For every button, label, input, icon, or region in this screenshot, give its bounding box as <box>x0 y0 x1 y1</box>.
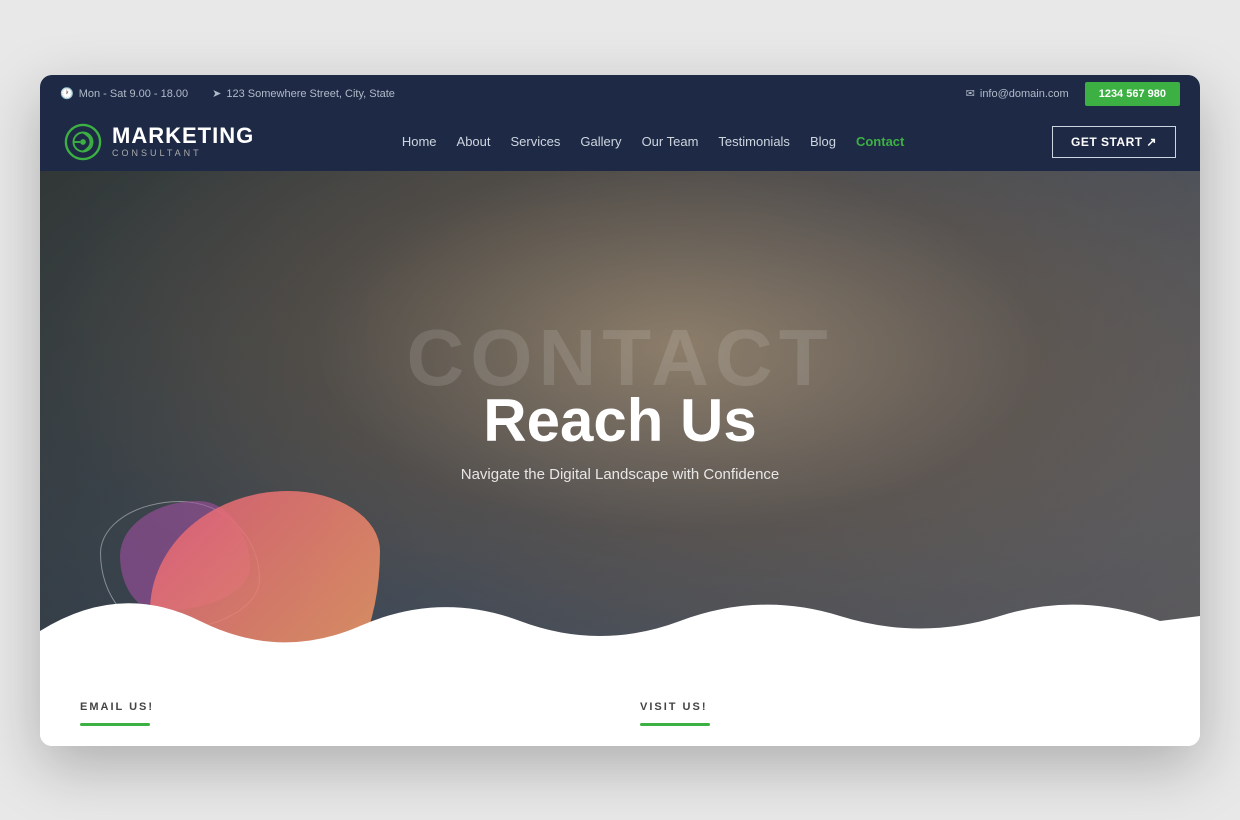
logo-sub: CONSULTANT <box>112 149 254 159</box>
nav-blog[interactable]: Blog <box>810 134 836 149</box>
navbar: MARKETING CONSULTANT Home About Services… <box>40 113 1200 171</box>
hours-text: Mon - Sat 9.00 - 18.00 <box>79 88 188 100</box>
nav-team[interactable]: Our Team <box>642 134 699 149</box>
email-text: info@domain.com <box>980 88 1069 100</box>
email-card: EMAIL US! <box>80 701 600 726</box>
logo-icon <box>64 123 102 161</box>
nav-links: Home About Services Gallery Our Team Tes… <box>402 134 905 149</box>
nav-gallery[interactable]: Gallery <box>580 134 621 149</box>
email-item: ✉ info@domain.com <box>966 87 1069 100</box>
phone-number: 1234 567 980 <box>1099 88 1166 100</box>
visit-card: VISIT US! <box>640 701 1160 726</box>
below-hero-section: EMAIL US! VISIT US! <box>40 671 1200 746</box>
visit-card-line <box>640 723 710 726</box>
email-card-line <box>80 723 150 726</box>
nav-services[interactable]: Services <box>511 134 561 149</box>
get-start-button[interactable]: GET START ↗ <box>1052 126 1176 158</box>
browser-window: 🕐 Mon - Sat 9.00 - 18.00 ➤ 123 Somewhere… <box>40 75 1200 746</box>
hours-item: 🕐 Mon - Sat 9.00 - 18.00 <box>60 87 188 100</box>
hero-wave <box>40 571 1200 671</box>
location-icon: ➤ <box>212 87 221 100</box>
hero-title: Reach Us <box>483 388 756 454</box>
top-bar-left: 🕐 Mon - Sat 9.00 - 18.00 ➤ 123 Somewhere… <box>60 87 395 100</box>
logo-area: MARKETING CONSULTANT <box>64 123 254 161</box>
top-bar: 🕐 Mon - Sat 9.00 - 18.00 ➤ 123 Somewhere… <box>40 75 1200 113</box>
hero-section: CONTACT Reach Us Navigate the Digital La… <box>40 171 1200 671</box>
logo-main: MARKETING <box>112 124 254 148</box>
hero-subtitle: Navigate the Digital Landscape with Conf… <box>461 466 780 483</box>
email-icon: ✉ <box>966 87 975 100</box>
phone-button[interactable]: 1234 567 980 <box>1085 82 1180 106</box>
address-item: ➤ 123 Somewhere Street, City, State <box>212 87 395 100</box>
hero-watermark: CONTACT <box>406 318 833 398</box>
email-card-label: EMAIL US! <box>80 701 600 713</box>
nav-testimonials[interactable]: Testimonials <box>718 134 790 149</box>
address-text: 123 Somewhere Street, City, State <box>226 88 395 100</box>
nav-home[interactable]: Home <box>402 134 437 149</box>
nav-contact[interactable]: Contact <box>856 134 904 149</box>
top-bar-right: ✉ info@domain.com 1234 567 980 <box>966 82 1180 106</box>
get-start-label: GET START ↗ <box>1071 135 1157 149</box>
clock-icon: 🕐 <box>60 87 74 100</box>
logo-text: MARKETING CONSULTANT <box>112 124 254 158</box>
visit-card-label: VISIT US! <box>640 701 1160 713</box>
nav-about[interactable]: About <box>457 134 491 149</box>
